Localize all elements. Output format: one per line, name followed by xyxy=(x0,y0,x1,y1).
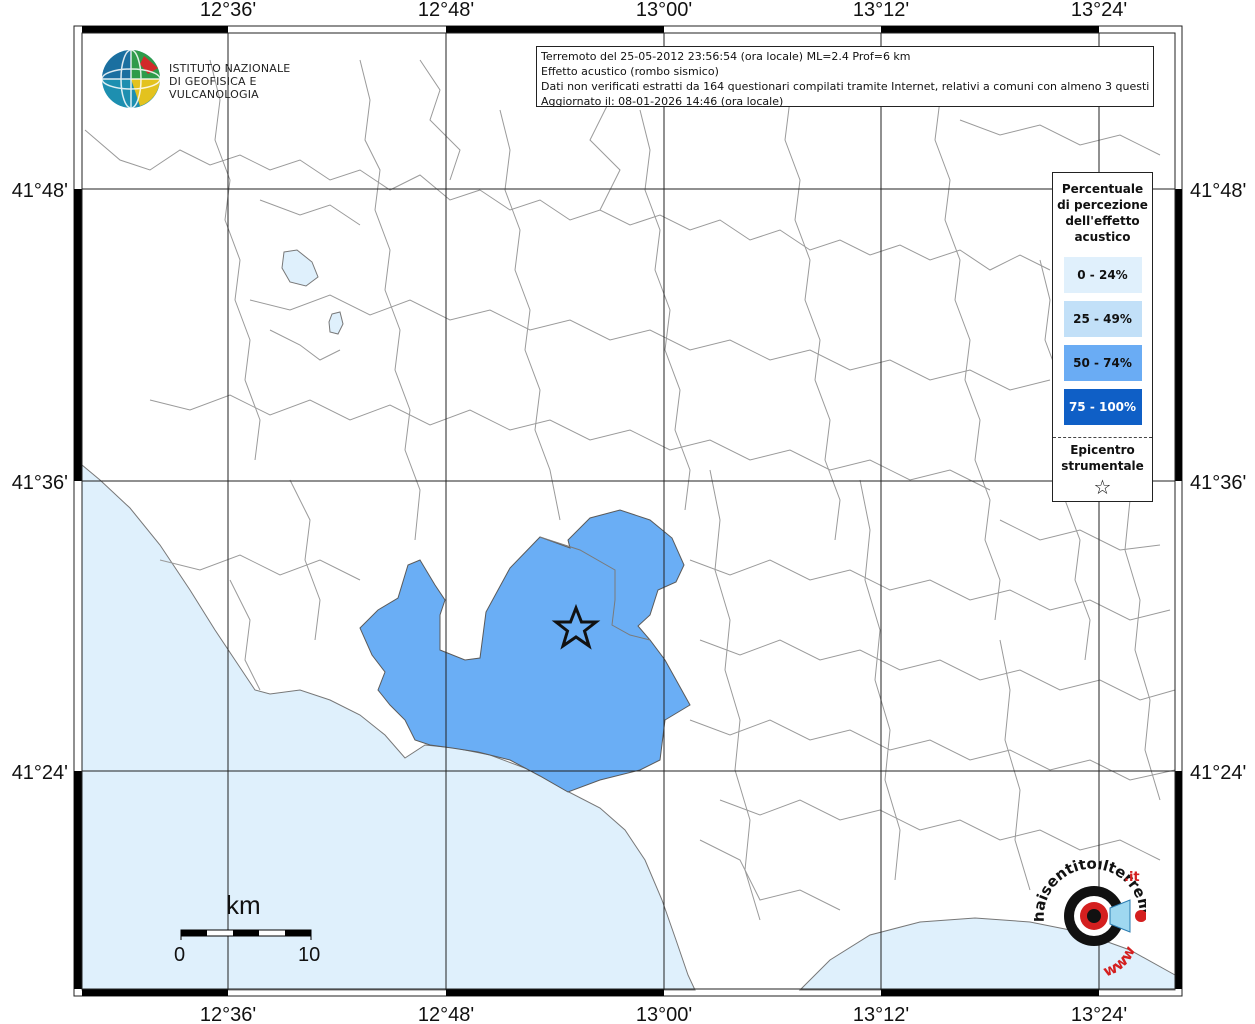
svg-text:www: www xyxy=(1100,943,1139,978)
event-effect: Effetto acustico (rombo sismico) xyxy=(541,65,719,78)
legend-item-50-74: 50 - 74% xyxy=(1063,345,1142,381)
event-info-box: Terremoto del 25-05-2012 23:56:54 (ora l… xyxy=(536,46,1154,108)
lon-bottom-2: 12°48' xyxy=(418,1004,474,1024)
ingv-name-line2: DI GEOFISICA E VULCANOLOGIA xyxy=(169,75,259,101)
legend-item-0-24: 0 - 24% xyxy=(1063,257,1142,293)
lat-right-2: 41°36' xyxy=(1190,472,1246,494)
lon-bottom-3: 13°00' xyxy=(636,1004,692,1024)
legend-separator xyxy=(1053,437,1152,438)
legend-title: Percentuale di percezione dell'effetto a… xyxy=(1053,181,1152,245)
ingv-name-line1: ISTITUTO NAZIONALE xyxy=(169,62,291,75)
map-legend: Percentuale di percezione dell'effetto a… xyxy=(1052,172,1153,502)
ingv-globe-icon xyxy=(101,49,161,109)
event-title: Terremoto del 25-05-2012 23:56:54 (ora l… xyxy=(541,50,911,63)
legend-item-75-100: 75 - 100% xyxy=(1063,389,1142,425)
legend-epicenter-line2: strumentale xyxy=(1061,459,1144,473)
lon-bottom-1: 12°36' xyxy=(200,1004,256,1024)
lon-top-1: 12°36' xyxy=(200,0,256,21)
event-data-note: Dati non verificati estratti da 164 ques… xyxy=(541,80,1149,93)
lat-right-1: 41°48' xyxy=(1190,180,1246,202)
ingv-name: ISTITUTO NAZIONALE DI GEOFISICA E VULCAN… xyxy=(169,62,340,101)
event-updated: Aggiornato il: 08-01-2026 14:46 (ora loc… xyxy=(541,95,784,108)
lon-top-3: 13°00' xyxy=(636,0,692,21)
scale-unit: km xyxy=(226,890,261,920)
lat-left-2: 41°36' xyxy=(12,472,68,494)
legend-title-line2: di percezione xyxy=(1057,198,1148,212)
legend-epicenter-line1: Epicentro xyxy=(1070,443,1135,457)
legend-title-line3: dell'effetto xyxy=(1065,214,1140,228)
hsi-logo-it: .it xyxy=(1124,870,1140,885)
lon-top-4: 13°12' xyxy=(853,0,909,21)
lon-top-5: 13°24' xyxy=(1071,0,1127,21)
hsi-logo: haisentitoilterremoto www .it xyxy=(1029,846,1155,980)
legend-item-25-49: 25 - 49% xyxy=(1063,301,1142,337)
legend-epicenter-label: Epicentro strumentale xyxy=(1053,442,1152,474)
scale-start: 0 xyxy=(174,944,186,966)
ingv-logo: ISTITUTO NAZIONALE DI GEOFISICA E VULCAN… xyxy=(100,48,340,110)
lat-left-1: 41°48' xyxy=(12,180,68,202)
legend-title-line1: Percentuale xyxy=(1061,182,1144,196)
hsi-logo-www: www xyxy=(1100,943,1139,981)
legend-star-icon: ☆ xyxy=(1093,475,1112,499)
lon-bottom-4: 13°12' xyxy=(853,1004,909,1024)
lon-bottom-5: 13°24' xyxy=(1071,1004,1127,1024)
lat-right-3: 41°24' xyxy=(1190,762,1246,784)
lon-top-2: 12°48' xyxy=(418,0,474,21)
scale-end: 10 xyxy=(298,944,321,966)
legend-title-line4: acustico xyxy=(1074,230,1131,244)
lat-left-3: 41°24' xyxy=(12,762,68,784)
